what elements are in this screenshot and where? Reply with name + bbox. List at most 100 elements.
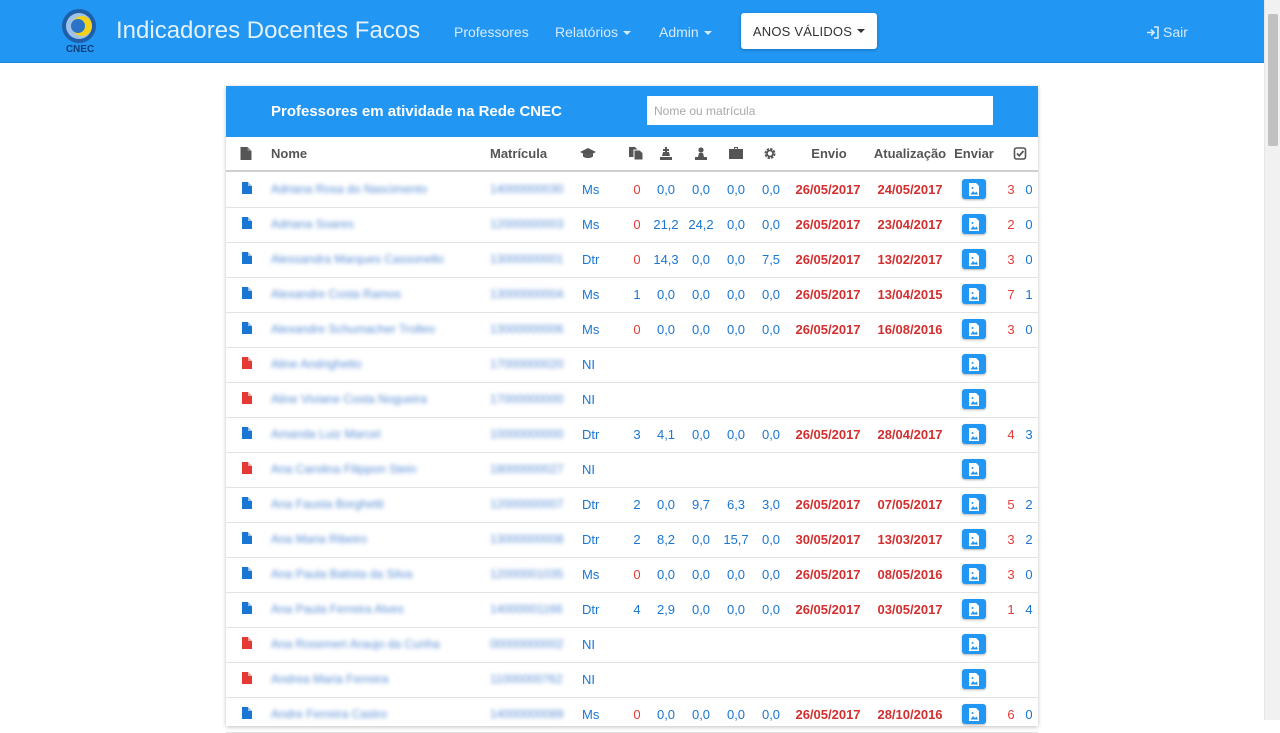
- registration-number: 12000000003: [490, 217, 564, 231]
- professor-name[interactable]: Ana Paula Batista da Silva: [271, 567, 412, 581]
- file-image-icon: [969, 427, 979, 441]
- nav-professores[interactable]: Professores: [454, 24, 529, 40]
- file-image-icon: [969, 497, 979, 511]
- send-report-button[interactable]: [962, 389, 986, 409]
- indicator-2: 0,0: [691, 182, 711, 197]
- file-icon[interactable]: [242, 427, 252, 439]
- professor-name[interactable]: Adriana Soares: [271, 217, 354, 231]
- nav-admin-dropdown[interactable]: Admin: [659, 24, 712, 40]
- professor-name[interactable]: Ana Paula Ferreira Alves: [271, 602, 404, 616]
- professor-name[interactable]: Andrea Maria Ferreira: [271, 672, 388, 686]
- file-icon[interactable]: [242, 182, 252, 194]
- professor-name[interactable]: Amanda Luiz Marcel: [271, 427, 380, 441]
- send-report-button[interactable]: [962, 669, 986, 689]
- done-count: 0: [1025, 322, 1033, 337]
- header-atualizacao[interactable]: Atualização: [874, 146, 946, 161]
- logo-text: CNEC: [66, 44, 94, 55]
- anos-validos-button[interactable]: ANOS VÁLIDOS: [741, 13, 877, 49]
- file-image-icon: [969, 532, 979, 546]
- professor-name[interactable]: Aline Andrighetto: [271, 357, 362, 371]
- professor-name[interactable]: Ana Maria Ribeiro: [271, 532, 367, 546]
- count-value: 2: [633, 497, 641, 512]
- send-report-button[interactable]: [962, 634, 986, 654]
- page-scrollbar[interactable]: [1264, 0, 1280, 720]
- file-image-icon: [969, 462, 979, 476]
- file-icon[interactable]: [242, 672, 252, 684]
- table-row: Ana Carolina Filippon Stein 18000000027 NI: [226, 452, 1038, 488]
- send-report-button[interactable]: [962, 179, 986, 199]
- anos-validos-label: ANOS VÁLIDOS: [752, 23, 853, 39]
- panel-header: Professores em atividade na Rede CNEC: [226, 86, 1038, 137]
- send-report-button[interactable]: [962, 529, 986, 549]
- pending-count: 5: [1007, 497, 1015, 512]
- professor-name[interactable]: Ana Rosemeri Araujo da Cunha: [271, 637, 440, 651]
- chess-pawn-icon: [695, 147, 707, 160]
- count-value: 1: [633, 287, 641, 302]
- degree-title: Ms: [582, 322, 600, 337]
- send-report-button[interactable]: [962, 284, 986, 304]
- file-image-icon: [969, 602, 979, 616]
- file-icon[interactable]: [242, 357, 252, 369]
- file-icon[interactable]: [242, 322, 252, 334]
- degree-title: Dtr: [582, 497, 600, 512]
- file-icon[interactable]: [242, 497, 252, 509]
- header-matricula[interactable]: Matrícula: [490, 146, 547, 161]
- file-icon[interactable]: [242, 252, 252, 264]
- logout-link[interactable]: Sair: [1146, 24, 1188, 40]
- send-report-button[interactable]: [962, 424, 986, 444]
- send-report-button[interactable]: [962, 354, 986, 374]
- send-report-button[interactable]: [962, 459, 986, 479]
- indicator-3: 0,0: [726, 602, 746, 617]
- file-icon[interactable]: [242, 287, 252, 299]
- send-report-button[interactable]: [962, 564, 986, 584]
- logout-label: Sair: [1163, 24, 1188, 40]
- professor-name[interactable]: Alexandre Schumacher Trolleo: [271, 322, 435, 336]
- file-icon[interactable]: [242, 707, 252, 719]
- header-envio[interactable]: Envio: [811, 146, 846, 161]
- professor-name[interactable]: Ana Carolina Filippon Stein: [271, 462, 416, 476]
- file-icon[interactable]: [242, 637, 252, 649]
- indicator-3: 0,0: [726, 252, 746, 267]
- count-value: 2: [633, 532, 641, 547]
- sign-in-icon: [1147, 25, 1159, 39]
- atualizacao-date: 13/02/2017: [877, 252, 943, 267]
- file-icon[interactable]: [242, 392, 252, 404]
- atualizacao-date: 24/05/2017: [877, 182, 943, 197]
- professor-name[interactable]: Alessandra Marques Cassonello: [271, 252, 444, 266]
- professor-name[interactable]: Andre Ferreira Castro: [271, 707, 387, 721]
- degree-title: Ms: [582, 217, 600, 232]
- degree-title: NI: [582, 637, 595, 652]
- indicator-1: 8,2: [656, 532, 676, 547]
- professors-panel: Professores em atividade na Rede CNEC No…: [226, 86, 1038, 733]
- file-icon[interactable]: [242, 567, 252, 579]
- nav-relatorios-dropdown[interactable]: Relatórios: [555, 24, 632, 40]
- professor-name[interactable]: Ana Fausta Borghetti: [271, 497, 384, 511]
- file-icon[interactable]: [242, 532, 252, 544]
- brand-title[interactable]: Indicadores Docentes Facos: [116, 17, 420, 45]
- indicator-3: 0,0: [726, 182, 746, 197]
- send-report-button[interactable]: [962, 319, 986, 339]
- indicator-1: 0,0: [656, 182, 676, 197]
- professor-name[interactable]: Aline Viviane Costa Nogueira: [271, 392, 427, 406]
- search-input[interactable]: [647, 96, 993, 125]
- professor-name[interactable]: Adriana Rosa do Nascimento: [271, 182, 427, 196]
- indicator-4: 3,0: [761, 497, 781, 512]
- send-report-button[interactable]: [962, 214, 986, 234]
- file-icon[interactable]: [242, 462, 252, 474]
- file-icon[interactable]: [242, 602, 252, 614]
- atualizacao-date: 23/04/2017: [877, 217, 943, 232]
- done-count: 1: [1025, 287, 1033, 302]
- send-report-button[interactable]: [962, 599, 986, 619]
- done-count: 0: [1025, 567, 1033, 582]
- professor-name[interactable]: Alexandre Costa Ramos: [271, 287, 401, 301]
- send-report-button[interactable]: [962, 704, 986, 724]
- header-nome[interactable]: Nome: [271, 146, 307, 161]
- table-row: Adriana Rosa do Nascimento 14000000030 Ms 0…: [226, 172, 1038, 208]
- scrollbar-thumb[interactable]: [1268, 14, 1278, 146]
- indicator-1: 0,0: [656, 322, 676, 337]
- file-icon[interactable]: [242, 217, 252, 229]
- send-report-button[interactable]: [962, 249, 986, 269]
- send-report-button[interactable]: [962, 494, 986, 514]
- indicator-4: 0,0: [761, 567, 781, 582]
- cnec-logo[interactable]: CNEC: [58, 6, 102, 56]
